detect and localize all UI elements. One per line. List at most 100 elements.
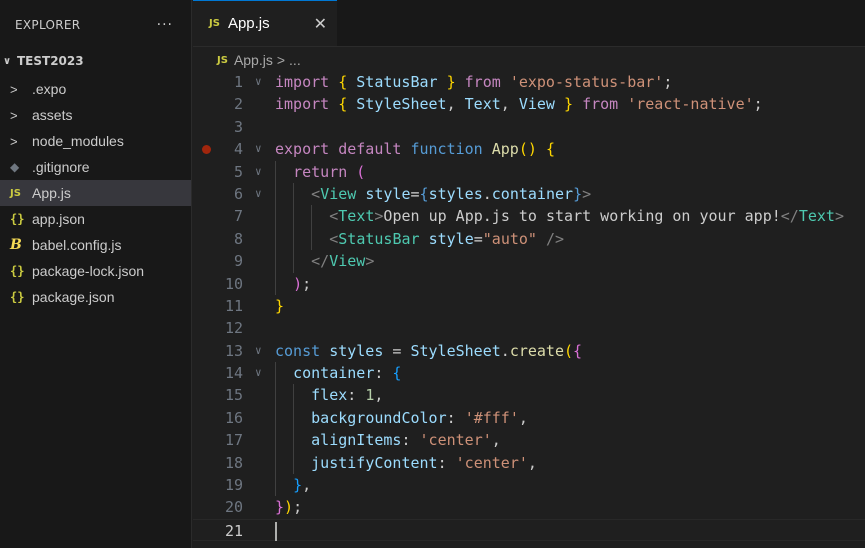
code-token: from	[464, 73, 501, 91]
code-token: ,	[302, 476, 312, 495]
code-line[interactable]: 18 justifyContent: 'center',	[193, 451, 865, 475]
tree-item-label: package.json	[32, 289, 115, 305]
js-file-icon: JS	[217, 54, 228, 66]
code-line[interactable]: 16 backgroundColor: '#fff',	[193, 406, 865, 430]
code-line[interactable]: 10);	[193, 272, 865, 295]
code-line[interactable]: 3	[193, 116, 865, 138]
babel-file-icon: B	[10, 237, 30, 253]
line-number: 17	[224, 431, 243, 450]
code-line[interactable]: 9 </View>	[193, 250, 865, 273]
tree-item[interactable]: JS App.js	[0, 180, 191, 206]
tree-item[interactable]: Bbabel.config.js	[0, 232, 191, 258]
code-token: <	[329, 229, 339, 248]
code-token: Text	[464, 95, 501, 114]
code-token: 'center'	[455, 453, 528, 472]
line-number: 5	[233, 162, 243, 181]
code-line[interactable]: 2 import { StyleSheet, Text, View } from …	[193, 93, 865, 115]
tree-item[interactable]: > node_modules	[0, 128, 191, 154]
code-line[interactable]: 5 ∨ return (	[193, 160, 865, 183]
indent-guide	[275, 362, 276, 385]
code-token: >	[834, 207, 844, 226]
code-token: container	[491, 184, 574, 203]
tree-item[interactable]: ◆ .gitignore	[0, 154, 191, 180]
js-file-icon: JS	[209, 18, 220, 29]
code-line[interactable]: 20});	[193, 496, 865, 518]
code-token: styles	[329, 341, 384, 360]
code-token: }	[446, 73, 456, 91]
code-line[interactable]: 12	[193, 317, 865, 339]
code-text: <StatusBar style="auto" />	[329, 228, 564, 250]
code-token: function	[410, 140, 483, 159]
code-token: =	[410, 184, 420, 203]
code-line[interactable]: 17 alignItems: 'center',	[193, 429, 865, 452]
code-text: justifyContent: 'center',	[311, 452, 537, 474]
code-editor[interactable]: 1 ∨ import { StatusBar } from 'expo-status…	[193, 71, 865, 542]
fold-chevron-icon[interactable]: ∨	[255, 183, 262, 205]
fold-chevron-icon[interactable]: ∨	[255, 161, 262, 183]
explorer-sidebar: EXPLORER ··· ∨ TEST2023 > .expo > assets > no…	[0, 0, 192, 548]
code-token: alignItems	[311, 431, 402, 450]
code-line[interactable]: 4 ∨ export default function App() {	[193, 138, 865, 160]
json-file-icon: {}	[10, 290, 30, 304]
code-line[interactable]: 21	[193, 518, 865, 542]
code-text: <Text>Open up App.js to start working on…	[329, 205, 844, 227]
code-token: {	[545, 140, 555, 159]
close-icon[interactable]: ✕	[314, 14, 327, 33]
code-token: ;	[663, 73, 673, 91]
file-tree: > .expo > assets > node_modules ◆ .gitignore JS A…	[0, 76, 191, 310]
code-token: export	[275, 140, 330, 159]
fold-chevron-icon[interactable]: ∨	[255, 362, 262, 384]
tree-item[interactable]: {} package-lock.json	[0, 258, 191, 284]
code-line[interactable]: 1 ∨ import { StatusBar } from 'expo-status…	[193, 71, 865, 93]
code-text: container: {	[293, 362, 401, 384]
code-line[interactable]: 7 <Text>Open up App.js to start working o…	[193, 205, 865, 228]
line-number: 13	[224, 341, 243, 360]
fold-chevron-icon[interactable]: ∨	[255, 138, 262, 160]
tree-item-glyph: ◆	[10, 160, 20, 174]
code-token: style	[428, 229, 474, 248]
code-line[interactable]: 13 ∨ const styles = StyleSheet.create({	[193, 340, 865, 362]
code-token: .	[482, 184, 492, 203]
indent-guide	[275, 406, 276, 430]
breadcrumb-symbol[interactable]: ...	[289, 52, 301, 68]
code-token: style	[365, 184, 411, 203]
code-line[interactable]: 15 flex: 1,	[193, 384, 865, 407]
code-token: StyleSheet	[356, 95, 447, 114]
code-token: justifyContent	[311, 453, 438, 472]
workspace-root[interactable]: ∨ TEST2023	[0, 50, 191, 72]
code-token: container	[293, 364, 375, 383]
code-token: }	[275, 498, 285, 517]
indent-guide	[275, 272, 276, 295]
code-line[interactable]: 8 <StatusBar style="auto" />	[193, 227, 865, 251]
tree-item[interactable]: > .expo	[0, 76, 191, 102]
code-line[interactable]: 14 ∨ container: {	[193, 362, 865, 385]
code-line[interactable]: 19},	[193, 474, 865, 497]
fold-chevron-icon[interactable]: ∨	[255, 340, 262, 362]
tree-item-glyph: B	[10, 237, 22, 253]
tree-item[interactable]: {} package.json	[0, 284, 191, 310]
breadcrumb-file[interactable]: App.js	[234, 52, 273, 68]
code-line[interactable]: 6 ∨ <View style={styles.container}>	[193, 182, 865, 206]
tab-app-js[interactable]: JS App.js ✕	[193, 0, 337, 46]
line-number: 11	[224, 296, 243, 315]
tab-bar: JS App.js ✕	[193, 0, 865, 47]
line-number: 19	[224, 476, 243, 495]
indent-guide	[275, 429, 276, 452]
tree-item[interactable]: > assets	[0, 102, 191, 128]
line-number: 2	[233, 95, 243, 114]
code-token: return	[293, 162, 348, 181]
code-token: View	[320, 184, 357, 203]
more-actions-icon[interactable]: ···	[157, 17, 173, 33]
line-number: 14	[224, 364, 243, 383]
fold-chevron-icon[interactable]: ∨	[255, 71, 262, 93]
tree-item[interactable]: {} app.json	[0, 206, 191, 232]
code-line[interactable]: 11}	[193, 295, 865, 317]
js-file-icon: JS	[10, 188, 30, 199]
